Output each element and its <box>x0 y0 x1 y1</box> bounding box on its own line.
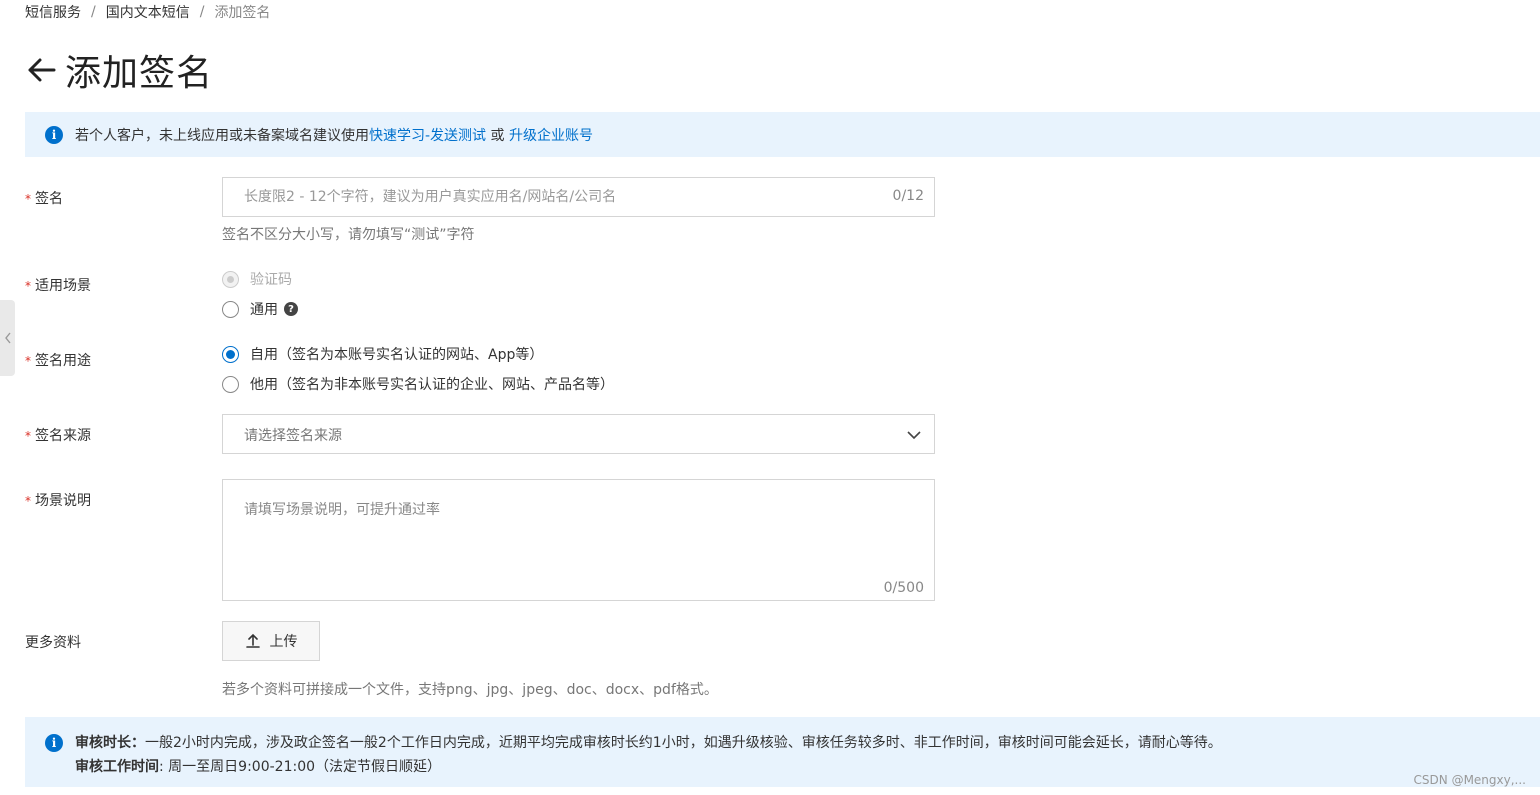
scenario-option-verification-code: 验证码 <box>222 269 292 289</box>
page-title: 添加签名 <box>65 53 214 94</box>
page-header: 添加签名 <box>25 44 213 96</box>
radio-button[interactable] <box>222 300 239 318</box>
scenario-option-label: 通用 <box>250 302 278 318</box>
usage-option-self[interactable]: 自用（签名为本账号实名认证的网站、App等） <box>222 344 543 364</box>
info-icon: i <box>45 125 63 144</box>
signature-label: * 签名 <box>25 188 63 208</box>
usage-option-label: 他用（签名为非本账号实名认证的企业、网站、产品名等） <box>250 377 614 393</box>
info-icon: i <box>45 734 63 752</box>
notice-or: 或 <box>490 127 505 144</box>
review-hours-label: 审核工作时间 <box>75 759 159 775</box>
scenario-option-general[interactable]: 通用 ? <box>222 299 298 319</box>
required-mark: * <box>25 192 31 206</box>
source-label-text: 签名来源 <box>35 428 91 444</box>
review-hours-line: 审核工作时间: 周一至周日9:00-21:00（法定节假日顺延） <box>75 755 1222 779</box>
radio-disabled <box>222 270 239 288</box>
upload-button-label: 上传 <box>269 634 298 650</box>
description-label: * 场景说明 <box>25 490 91 510</box>
chevron-down-icon <box>907 431 921 440</box>
review-hours-text: : 周一至周日9:00-21:00（法定节假日顺延） <box>159 759 442 775</box>
description-textarea[interactable] <box>223 480 913 570</box>
upload-button[interactable]: 上传 <box>222 621 320 661</box>
quick-learn-link[interactable]: 快速学习-发送测试 <box>369 128 486 144</box>
arrow-left-icon[interactable] <box>25 54 57 86</box>
scenario-label: * 适用场景 <box>25 275 91 295</box>
watermark: CSDN @Mengxy,... <box>1413 773 1526 787</box>
signature-input[interactable] <box>223 178 823 216</box>
sidebar-collapse-tab[interactable] <box>0 300 15 376</box>
review-notice-lines: 审核时长：一般2小时内完成，涉及政企签名一般2个工作日内完成，近期平均完成审核时… <box>75 731 1222 779</box>
upload-icon <box>245 633 260 648</box>
description-textarea-wrapper: 0/500 <box>222 479 935 601</box>
required-mark: * <box>25 354 31 368</box>
usage-option-label: 自用（签名为本账号实名认证的网站、App等） <box>250 347 544 363</box>
info-notice: i 若个人客户，未上线应用或未备案域名建议使用快速学习-发送测试 或 升级企业账… <box>25 112 1540 157</box>
required-mark: * <box>25 494 31 508</box>
review-notice: i 审核时长：一般2小时内完成，涉及政企签名一般2个工作日内完成，近期平均完成审… <box>25 717 1540 787</box>
breadcrumb-separator: / <box>91 4 96 20</box>
breadcrumb-item-domestic-sms[interactable]: 国内文本短信 <box>106 2 190 22</box>
breadcrumb-item-sms-service[interactable]: 短信服务 <box>25 2 81 22</box>
chevron-left-icon <box>4 332 11 344</box>
usage-label-text: 签名用途 <box>35 353 91 369</box>
signature-input-wrapper: 0/12 <box>222 177 935 217</box>
breadcrumb-separator: / <box>199 4 205 20</box>
signature-hint: 签名不区分大小写，请勿填写“测试”字符 <box>222 227 475 243</box>
breadcrumb-item-current: 添加签名 <box>214 5 271 21</box>
source-select-placeholder: 请选择签名来源 <box>244 428 342 444</box>
signature-label-text: 签名 <box>35 191 63 207</box>
review-duration-label: 审核时长： <box>75 735 145 751</box>
source-label: * 签名来源 <box>25 425 91 445</box>
required-mark: * <box>25 279 31 293</box>
usage-label: * 签名用途 <box>25 350 91 370</box>
signature-char-counter: 0/12 <box>892 188 924 204</box>
more-materials-label: 更多资料 <box>25 635 81 651</box>
breadcrumb: 短信服务 / 国内文本短信 / 添加签名 <box>25 2 270 22</box>
required-mark: * <box>25 429 31 443</box>
source-select[interactable]: 请选择签名来源 <box>222 414 935 454</box>
scenario-label-text: 适用场景 <box>35 278 91 294</box>
notice-text: 若个人客户，未上线应用或未备案域名建议使用快速学习-发送测试 或 升级企业账号 <box>75 125 593 145</box>
help-icon[interactable]: ? <box>284 302 298 316</box>
scenario-option-label: 验证码 <box>250 272 292 288</box>
review-duration-line: 审核时长：一般2小时内完成，涉及政企签名一般2个工作日内完成，近期平均完成审核时… <box>75 731 1222 755</box>
radio-button-checked[interactable] <box>222 345 239 363</box>
upload-hint: 若多个资料可拼接成一个文件，支持png、jpg、jpeg、doc、docx、pd… <box>222 682 718 698</box>
radio-button[interactable] <box>222 375 239 393</box>
upgrade-enterprise-link[interactable]: 升级企业账号 <box>509 128 593 144</box>
description-label-text: 场景说明 <box>35 493 91 509</box>
review-duration-text: 一般2小时内完成，涉及政企签名一般2个工作日内完成，近期平均完成审核时长约1小时… <box>145 735 1222 751</box>
description-char-counter: 0/500 <box>883 580 924 596</box>
usage-option-other[interactable]: 他用（签名为非本账号实名认证的企业、网站、产品名等） <box>222 374 614 394</box>
notice-message: 若个人客户，未上线应用或未备案域名建议使用 <box>75 127 369 144</box>
